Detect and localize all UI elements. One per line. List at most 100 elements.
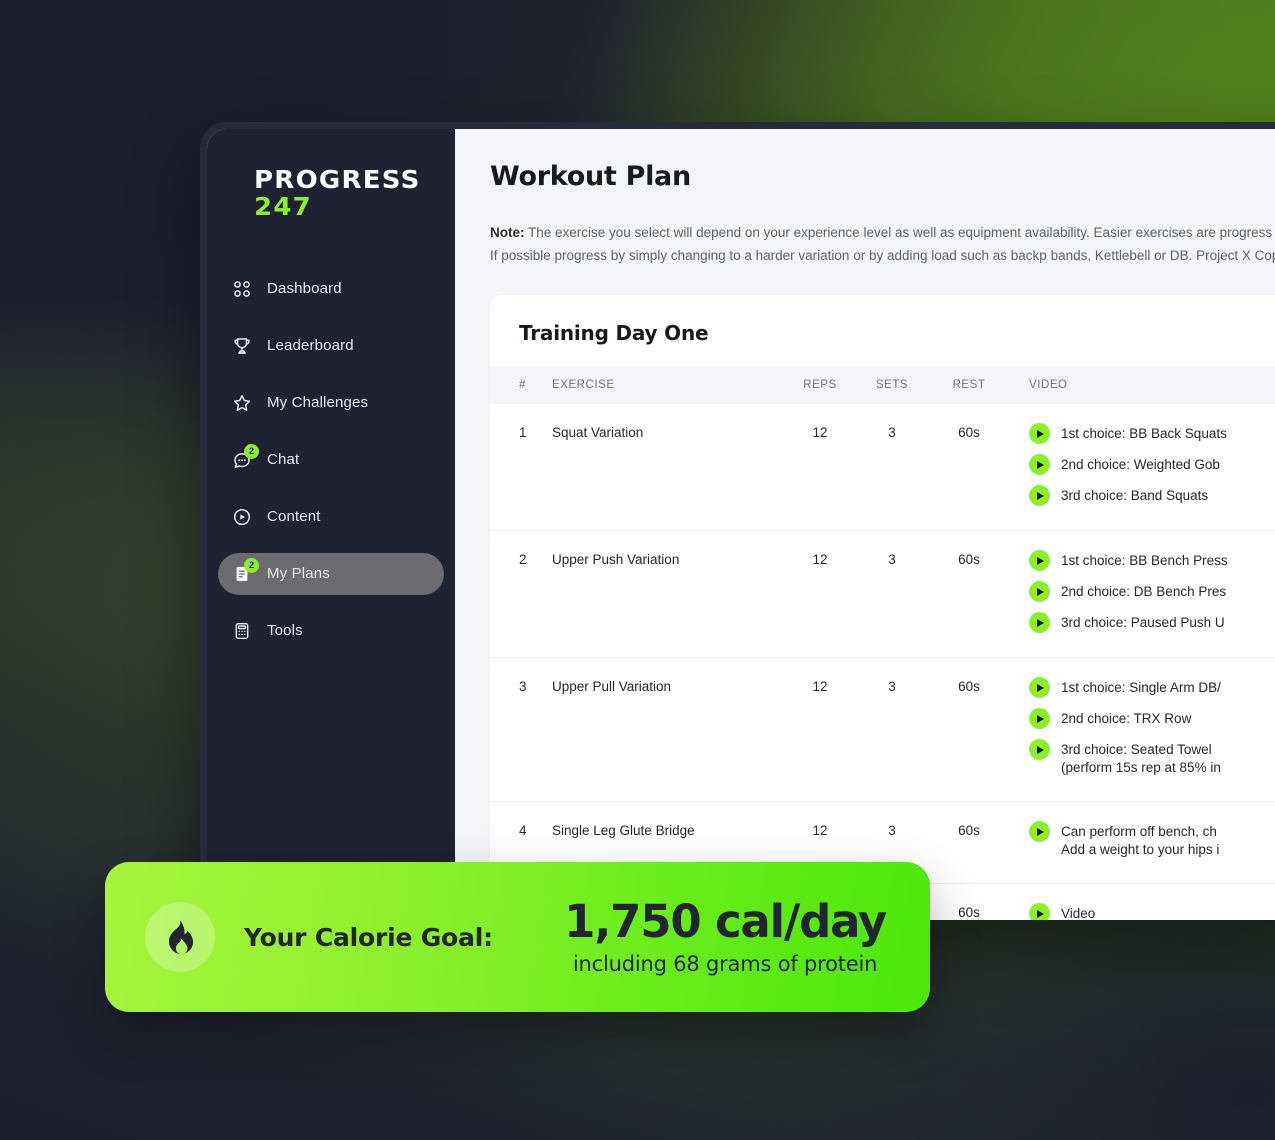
video-choice-label: 3rd choice: Band Squats [1061,488,1209,503]
video-choice-list: 1st choice: Single Arm DB/2nd choice: TR… [1029,677,1275,777]
workout-table: # EXERCISE REPS SETS REST VIDEO 1 Squat V… [490,366,1275,920]
app-logo: PROGRESS 247 [207,167,455,220]
calorie-goal-label: Your Calorie Goal: [244,922,493,952]
tablet-screen: PROGRESS 247 Dashboard Leaderboard My Ch… [207,129,1275,920]
play-icon[interactable] [1029,423,1050,444]
col-header-rest: REST [928,366,1010,404]
card-title: Training Day One [519,321,709,345]
video-choice-row[interactable]: 2nd choice: TRX Row [1029,708,1275,729]
trophy-icon [232,336,252,356]
sidebar-item-label: Leaderboard [267,337,354,354]
video-choice-label: 2nd choice: DB Bench Pres [1061,584,1227,599]
cell-video: 1st choice: BB Back Squats 2nd choice: We… [1010,404,1275,531]
video-choice-row[interactable]: 3rd choice: Seated Towel (perform 15s re… [1029,739,1275,777]
sidebar-item-dashboard[interactable]: Dashboard [218,268,444,310]
video-choice-row[interactable]: 2nd choice: Weighted Gob [1029,454,1275,475]
my-plans-badge: 2 [244,557,259,573]
video-choice-label: Video [1061,906,1096,920]
cell-video: Video [1010,884,1275,920]
table-row: 2 Upper Push Variation 12 3 60s 1st choice: B… [490,531,1275,658]
play-icon[interactable] [1029,581,1050,602]
play-icon[interactable] [1029,821,1050,842]
sidebar-item-tools[interactable]: Tools [218,610,444,652]
logo-line-1: PROGRESS [254,165,421,194]
cell-rest: 60s [958,823,980,838]
play-icon[interactable] [1029,677,1050,698]
play-icon[interactable] [1029,550,1050,571]
video-choice-row[interactable]: 1st choice: BB Bench Press [1029,550,1275,571]
note-prefix: Note: [490,225,525,240]
video-choice-label: Can perform off bench, ch Add a weight t… [1061,824,1220,857]
cell-rest: 60s [958,425,980,440]
calorie-goal-values: 1,750 cal/day including 68 grams of prot… [564,894,887,977]
video-choice-label: 1st choice: BB Back Squats [1061,426,1227,441]
table-row: 1 Squat Variation 12 3 60s 1st choice: BB Bac… [490,404,1275,531]
play-icon[interactable] [1029,454,1050,475]
sidebar-item-label: Content [267,508,321,525]
calculator-icon [232,621,252,641]
cell-reps: 12 [812,425,828,440]
cell-rest: 60s [958,679,980,694]
video-choice-list: 1st choice: BB Bench Press 2nd choice: DB… [1029,550,1275,633]
video-choice-row[interactable]: 3rd choice: Band Squats [1029,485,1275,506]
sidebar-nav: Dashboard Leaderboard My Challenges 2 Ch… [207,268,455,652]
cell-video: 1st choice: BB Bench Press 2nd choice: DB… [1010,531,1275,658]
cell-number: 3 [519,679,527,694]
cell-video: 1st choice: Single Arm DB/2nd choice: TR… [1010,658,1275,802]
cell-exercise: Upper Push Variation [552,552,680,567]
video-choice-label: 1st choice: Single Arm DB/ [1061,680,1221,695]
sidebar-item-label: My Challenges [267,394,369,411]
video-choice-label: 3rd choice: Seated Towel (perform 15s re… [1061,742,1221,775]
col-header-video: VIDEO [1010,366,1275,404]
sidebar-item-label: Tools [267,622,303,639]
video-choice-list: Video [1029,903,1275,920]
grid-icon [232,279,252,299]
video-choice-row[interactable]: Can perform off bench, ch Add a weight t… [1029,821,1275,859]
cell-sets: 3 [888,425,896,440]
video-choice-row[interactable]: Video [1029,903,1275,920]
chat-badge: 2 [244,443,259,459]
play-icon[interactable] [1029,903,1050,920]
play-icon[interactable] [1029,485,1050,506]
sidebar-item-leaderboard[interactable]: Leaderboard [218,325,444,367]
calorie-goal-banner: Your Calorie Goal: 1,750 cal/day includi… [105,862,930,1012]
logo-line-2: 247 [254,192,313,221]
play-icon[interactable] [1029,708,1050,729]
video-choice-label: 2nd choice: TRX Row [1061,711,1192,726]
sidebar-item-label: Chat [267,451,300,468]
sidebar-item-my-plans[interactable]: 2 My Plans [218,552,444,595]
video-choice-row[interactable]: 1st choice: BB Back Squats [1029,423,1275,444]
note-paragraph: Note: The exercise you select will depen… [490,221,1275,267]
cell-number: 1 [519,425,527,440]
table-head: # EXERCISE REPS SETS REST VIDEO [490,366,1275,404]
video-choice-label: 1st choice: BB Bench Press [1061,553,1228,568]
chat-icon: 2 [232,443,259,470]
col-header-exercise: EXERCISE [552,366,784,404]
sidebar-item-label: My Plans [267,565,330,582]
tablet-device-frame: PROGRESS 247 Dashboard Leaderboard My Ch… [200,122,1275,920]
main-content: Workout Plan Note: The exercise you sele… [455,129,1275,920]
cell-rest: 60s [958,552,980,567]
calorie-goal-value: 1,750 cal/day [564,894,887,948]
video-choice-label: 2nd choice: Weighted Gob [1061,457,1220,472]
video-choice-list: 1st choice: BB Back Squats 2nd choice: We… [1029,423,1275,506]
sidebar-item-chat[interactable]: 2 Chat [218,439,444,481]
table-body: 1 Squat Variation 12 3 60s 1st choice: BB Bac… [490,404,1275,920]
flame-icon [145,902,215,972]
cell-reps: 12 [812,679,828,694]
page-title: Workout Plan [490,161,691,192]
sidebar-item-content[interactable]: Content [218,496,444,538]
sidebar-item-label: Dashboard [267,280,342,297]
play-icon[interactable] [1029,612,1050,633]
video-choice-row[interactable]: 2nd choice: DB Bench Pres [1029,581,1275,602]
star-icon [232,393,252,413]
play-circle-icon [232,507,252,527]
video-choice-row[interactable]: 3rd choice: Paused Push U [1029,612,1275,633]
sidebar-item-my-challenges[interactable]: My Challenges [218,382,444,424]
play-icon[interactable] [1029,739,1050,760]
cell-sets: 3 [888,679,896,694]
video-choice-row[interactable]: 1st choice: Single Arm DB/ [1029,677,1275,698]
cell-video: Can perform off bench, ch Add a weight t… [1010,802,1275,884]
sidebar: PROGRESS 247 Dashboard Leaderboard My Ch… [207,129,455,920]
document-icon: 2 [232,557,259,584]
